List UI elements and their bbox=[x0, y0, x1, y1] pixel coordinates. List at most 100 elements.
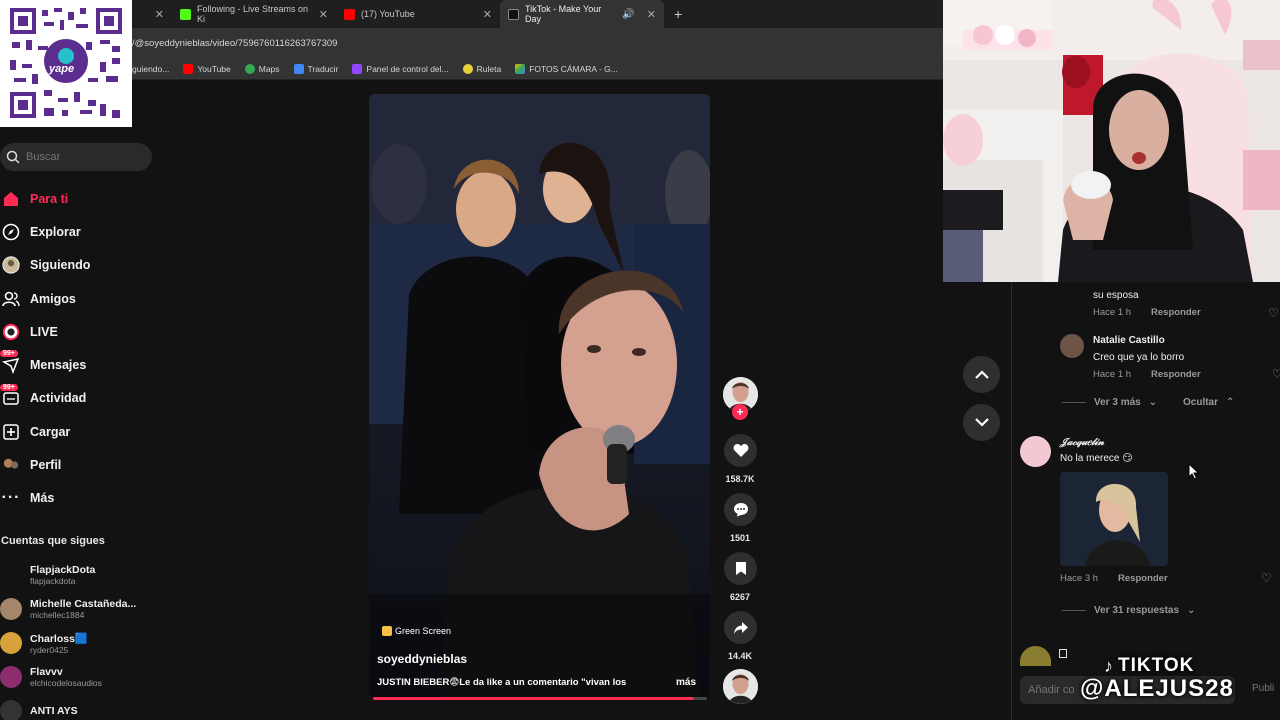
green-screen-icon bbox=[382, 626, 392, 636]
sidebar-item-amigos[interactable]: Amigos bbox=[0, 282, 160, 315]
tiktok-logo-icon: ♪ bbox=[1104, 655, 1114, 676]
new-tab-plus-icon[interactable]: + bbox=[664, 6, 692, 22]
chevron-up-icon bbox=[974, 370, 989, 379]
save-button[interactable] bbox=[724, 552, 757, 585]
sidebar-item-label: Mensajes bbox=[30, 358, 87, 373]
avatar[interactable] bbox=[1020, 436, 1051, 467]
messages-icon bbox=[2, 356, 20, 375]
watermark-brand: TIKTOK bbox=[1118, 655, 1195, 676]
video-progress-bar[interactable] bbox=[373, 697, 707, 700]
reply-button[interactable]: Responder bbox=[1118, 573, 1168, 584]
divider-line bbox=[1062, 402, 1086, 403]
sound-avatar[interactable] bbox=[723, 669, 758, 704]
video-username[interactable]: soyeddynieblas bbox=[377, 652, 467, 666]
comment-button[interactable] bbox=[724, 493, 757, 526]
address-bar[interactable]: /@soyeddynieblas/video/75967601162637673… bbox=[132, 28, 943, 58]
mouse-cursor-icon bbox=[1188, 463, 1200, 480]
description-more-link[interactable]: más bbox=[676, 677, 696, 688]
search-input[interactable] bbox=[26, 151, 136, 163]
bookmark-item[interactable]: Ruleta bbox=[462, 63, 501, 74]
avatar bbox=[0, 598, 22, 620]
comment-meta: Hace 1 h Responder bbox=[1093, 307, 1201, 318]
sidebar-item-explorar[interactable]: Explorar bbox=[0, 215, 160, 248]
friends-icon bbox=[2, 290, 20, 308]
avatar[interactable] bbox=[1060, 334, 1084, 358]
tab-0[interactable]: ✕ bbox=[132, 0, 172, 28]
tab-tiktok[interactable]: TikTok - Make Your Day 🔊 ✕ bbox=[500, 0, 664, 28]
tab-kick[interactable]: Following - Live Streams on Ki ✕ bbox=[172, 0, 336, 28]
account-item[interactable]: ANTI AYS bbox=[0, 694, 160, 720]
reply-button[interactable]: Responder bbox=[1151, 369, 1201, 380]
bookmark-item[interactable]: Traducir bbox=[293, 63, 338, 74]
emoji-placeholder-icon bbox=[1059, 649, 1067, 658]
account-username: flapjackdota bbox=[30, 576, 76, 586]
comment-like-heart-icon[interactable]: ♡ bbox=[1261, 571, 1272, 585]
share-arrow-icon bbox=[733, 621, 748, 634]
reply-button[interactable]: Responder bbox=[1151, 307, 1201, 318]
translate-icon bbox=[293, 63, 304, 74]
following-avatar-icon bbox=[2, 256, 20, 274]
account-item[interactable]: Michelle Castañeda... michellec1884 bbox=[0, 592, 160, 626]
comment-author[interactable]: 𝒥𝒶𝒸𝓆𝓊𝑒𝓁𝒾𝓃 bbox=[1060, 437, 1104, 448]
account-username: elchicodelosaudios bbox=[30, 678, 102, 688]
upload-icon bbox=[2, 423, 20, 441]
comment-like-heart-icon[interactable]: ♡ bbox=[1272, 367, 1280, 381]
view-replies-button[interactable]: Ver 31 respuestas ⌄ bbox=[1062, 605, 1195, 616]
sidebar-item-siguiendo[interactable]: Siguiendo bbox=[0, 249, 160, 282]
account-item[interactable]: Charloss🟦 ryder0425 bbox=[0, 626, 160, 660]
view-more-label: Ver 3 más bbox=[1094, 397, 1141, 408]
avatar bbox=[0, 700, 22, 720]
chevron-up-icon: ⌃ bbox=[1226, 397, 1235, 408]
close-icon[interactable]: ✕ bbox=[647, 8, 656, 21]
comment-meta: Hace 3 h Responder bbox=[1060, 573, 1168, 584]
chevron-down-icon: ⌄ bbox=[1187, 605, 1196, 616]
tab-youtube[interactable]: (17) YouTube ✕ bbox=[336, 0, 500, 28]
browser-tab-bar: ✕ Following - Live Streams on Ki ✕ (17) … bbox=[132, 0, 943, 28]
bookmark-item[interactable]: YouTube bbox=[183, 63, 231, 74]
account-item[interactable]: FlapjackDota flapjackdota bbox=[0, 558, 160, 592]
video-player[interactable] bbox=[369, 94, 710, 700]
account-name: ANTI AYS bbox=[30, 705, 78, 717]
bookmark-item[interactable]: guiendo... bbox=[132, 64, 169, 74]
video-frame-image bbox=[369, 94, 710, 700]
comment-count: 1501 bbox=[729, 533, 751, 543]
close-icon[interactable]: ✕ bbox=[483, 8, 492, 21]
search-icon bbox=[6, 150, 20, 164]
bookmark-label: YouTube bbox=[197, 63, 231, 74]
next-video-button[interactable] bbox=[963, 404, 1000, 441]
sidebar-item-para-ti[interactable]: Para ti bbox=[0, 182, 160, 215]
follow-plus-button[interactable]: + bbox=[732, 404, 748, 420]
previous-video-button[interactable] bbox=[963, 356, 1000, 393]
sidebar-item-perfil[interactable]: Perfil bbox=[0, 448, 160, 481]
close-icon[interactable]: ✕ bbox=[155, 8, 164, 21]
like-button[interactable] bbox=[724, 434, 757, 467]
sidebar-item-live[interactable]: LIVE bbox=[0, 315, 160, 348]
activity-badge: 99+ bbox=[0, 383, 18, 391]
tab-label: TikTok - Make Your Day bbox=[525, 4, 602, 24]
comment-meta: Hace 1 h Responder bbox=[1093, 369, 1201, 380]
bookmark-item[interactable]: Panel de control del... bbox=[352, 63, 449, 74]
green-screen-label: Green Screen bbox=[395, 626, 452, 636]
sidebar-item-mas[interactable]: ··· Más bbox=[0, 482, 160, 515]
bookmark-item[interactable]: FOTOS CÁMARA - G... bbox=[515, 63, 618, 74]
share-button[interactable] bbox=[724, 611, 757, 644]
search-bar[interactable] bbox=[0, 143, 152, 171]
sidebar-item-mensajes[interactable]: 99+ Mensajes bbox=[0, 348, 160, 381]
hide-replies-button[interactable]: Ocultar ⌃ bbox=[1183, 397, 1234, 408]
sidebar-item-cargar[interactable]: Cargar bbox=[0, 415, 160, 448]
close-icon[interactable]: ✕ bbox=[319, 8, 328, 21]
account-item[interactable]: Flavvv elchicodelosaudios bbox=[0, 660, 160, 694]
sidebar-item-label: Cargar bbox=[30, 424, 71, 439]
green-screen-tag[interactable]: Green Screen bbox=[382, 626, 451, 636]
comment-image[interactable] bbox=[1060, 472, 1168, 566]
comment-author[interactable]: Natalie Castillo bbox=[1093, 335, 1165, 346]
view-more-replies[interactable]: Ver 3 más ⌄ bbox=[1062, 397, 1157, 408]
bookmark-item[interactable]: Maps bbox=[244, 63, 280, 74]
hide-label: Ocultar bbox=[1183, 397, 1219, 408]
comment-like-heart-icon[interactable]: ♡ bbox=[1268, 306, 1279, 320]
sidebar-item-actividad[interactable]: 99+ Actividad bbox=[0, 382, 160, 415]
sidebar-item-label: Actividad bbox=[30, 391, 87, 406]
comment-text: No la merece 😏 bbox=[1060, 453, 1133, 464]
comment-text: su esposa bbox=[1093, 290, 1139, 301]
speaker-icon[interactable]: 🔊 bbox=[622, 9, 634, 20]
